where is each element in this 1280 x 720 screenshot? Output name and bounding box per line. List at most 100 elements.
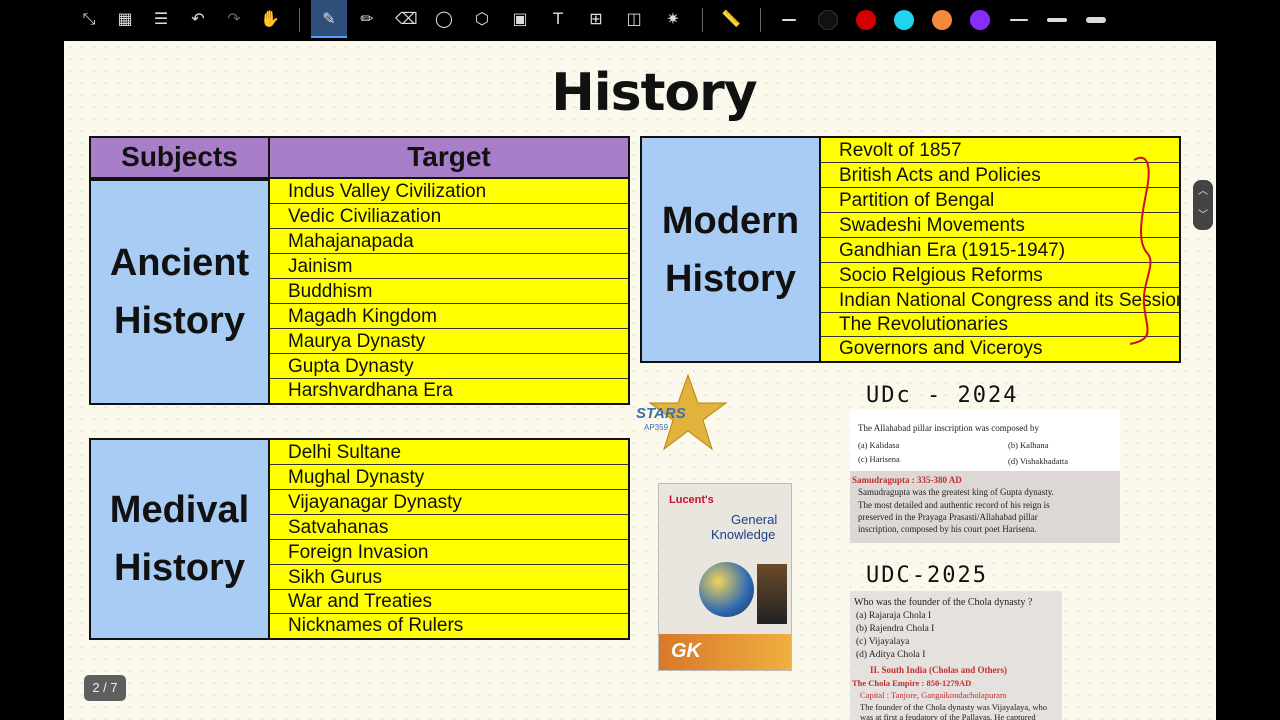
list-item: Harshvardhana Era: [270, 379, 628, 403]
excerpt-line: inscription, composed by his court poet …: [858, 524, 1037, 534]
collapse-icon[interactable]: ⤡: [78, 8, 100, 30]
image-icon[interactable]: ▣: [509, 8, 531, 30]
ancient-topics-list: Indus Valley Civilization Vedic Civiliaz…: [270, 179, 628, 403]
table-icon[interactable]: ⊞: [585, 8, 607, 30]
excerpt-line: The most detailed and authentic record o…: [858, 500, 1050, 510]
modern-label-line1: Modern: [661, 199, 800, 242]
stars-logo: STARS AP359: [636, 373, 728, 453]
toolbar-divider: [760, 8, 761, 32]
chart-icon[interactable]: ◫: [623, 8, 645, 30]
excerpt-line: Samudragupta was the greatest king of Gu…: [858, 487, 1054, 497]
list-item: Buddhism: [270, 279, 628, 304]
option-item: (b) Kalhana: [1008, 440, 1049, 450]
list-item: Mughal Dynasty: [270, 465, 628, 490]
toolbar-divider: [702, 8, 703, 32]
color-black-swatch[interactable]: [818, 10, 838, 30]
medieval-label-line1: Medival: [109, 489, 250, 531]
option-item: (c) Vijayalaya: [856, 637, 910, 647]
modern-history-label: Modern History: [642, 138, 821, 361]
lasso-icon[interactable]: ✋: [259, 8, 281, 30]
option-item: (c) Harisena: [858, 454, 900, 464]
option-item: (a) Rajaraja Chola I: [856, 611, 932, 621]
list-item: Nicknames of Rulers: [270, 614, 628, 638]
subjects-header: Subjects: [91, 138, 270, 179]
medieval-label-line2: History: [114, 547, 245, 589]
list-item: Vijayanagar Dynasty: [270, 490, 628, 515]
udc-2025-question-clip: Who was the founder of the Chola dynasty…: [850, 591, 1062, 720]
stroke-thin-icon[interactable]: [782, 19, 796, 21]
book-title-line1: General: [731, 512, 778, 527]
target-header: Target: [270, 138, 628, 179]
color-red-swatch[interactable]: [856, 10, 876, 30]
excerpt-line: The Chola Empire : 850-1279AD: [852, 678, 972, 688]
option-item: (a) Kalidasa: [858, 440, 900, 450]
excerpt-line: Capital : Tanjore, Gangaikondacholapuram: [860, 690, 1007, 700]
grid-icon[interactable]: ▦: [114, 8, 136, 30]
excerpt-heading: Samudragupta : 335-380 AD: [852, 475, 962, 485]
highlighter-icon[interactable]: ✏: [356, 8, 378, 30]
excerpt-line: preserved in the Prayaga Prasasti/Allaha…: [858, 512, 1038, 522]
book-photo-strip: [757, 564, 787, 624]
chevron-down-icon[interactable]: ﹀: [1193, 204, 1213, 228]
page-scroll-control[interactable]: ︿ ﹀: [1193, 180, 1213, 230]
option-item: (d) Aditya Chola I: [856, 650, 926, 660]
chevron-up-icon[interactable]: ︿: [1193, 180, 1213, 204]
shapes-icon[interactable]: ⬡: [471, 8, 493, 30]
list-item: Foreign Invasion: [270, 540, 628, 565]
modern-history-table: Modern History Revolt of 1857 British Act…: [640, 136, 1181, 363]
list-item: War and Treaties: [270, 590, 628, 614]
ancient-history-label: Ancient History: [91, 179, 270, 403]
list-item: Indus Valley Civilization: [270, 179, 628, 204]
excerpt-line: was at first a feudatory of the Pallavas…: [860, 712, 1036, 720]
question-text: The Allahabad pillar inscription was com…: [858, 423, 1039, 433]
stroke-medium-icon[interactable]: [1047, 18, 1067, 22]
book-excerpt: Samudragupta : 335-380 AD Samudragupta w…: [850, 471, 1120, 543]
list-icon[interactable]: ☰: [150, 8, 172, 30]
udc-2024-question-clip: The Allahabad pillar inscription was com…: [850, 409, 1120, 543]
laser-icon[interactable]: ✷: [662, 8, 684, 30]
udc-2024-label: UDc - 2024: [866, 383, 1019, 408]
list-item: Gupta Dynasty: [270, 354, 628, 379]
eraser-icon[interactable]: ⌫: [395, 8, 418, 30]
undo-icon[interactable]: ↶: [187, 8, 209, 30]
list-item: Mahajanapada: [270, 229, 628, 254]
logo-subtext: AP359: [644, 423, 669, 432]
globe-image: [699, 562, 754, 617]
stroke-small-icon[interactable]: [1010, 19, 1028, 21]
list-item: Magadh Kingdom: [270, 304, 628, 329]
shape-lasso-icon[interactable]: ◯: [433, 8, 455, 30]
logo-text: STARS: [636, 405, 686, 422]
excerpt-heading: II. South India (Cholas and Others): [870, 665, 1008, 675]
pen-icon[interactable]: ✎: [311, 0, 347, 38]
list-item: Jainism: [270, 254, 628, 279]
modern-label-line2: History: [665, 257, 796, 300]
option-item: (b) Rajendra Chola I: [856, 624, 935, 634]
list-item: Delhi Sultane: [270, 440, 628, 465]
ancient-label-line1: Ancient: [109, 242, 250, 284]
book-gk-badge: GK: [671, 640, 701, 662]
page-indicator: 2 / 7: [84, 675, 126, 701]
color-orange-swatch[interactable]: [932, 10, 952, 30]
note-page[interactable]: History Subjects Target Ancient History I…: [64, 41, 1216, 720]
red-bracket-annotation: [1129, 157, 1152, 345]
ancient-label-line2: History: [114, 300, 245, 342]
question-text: Who was the founder of the Chola dynasty…: [854, 597, 1033, 608]
excerpt-line: The founder of the Chola dynasty was Vij…: [860, 702, 1047, 712]
redo-icon[interactable]: ↷: [223, 8, 245, 30]
page-title: History: [551, 63, 757, 123]
lucent-gk-book-image: Lucent's General Knowledge GK: [658, 483, 792, 671]
color-cyan-swatch[interactable]: [894, 10, 914, 30]
stroke-large-icon[interactable]: [1086, 17, 1106, 23]
ancient-history-table: Subjects Target Ancient History Indus Val…: [89, 136, 630, 405]
medieval-history-table: Medival History Delhi Sultane Mughal Dyna…: [89, 438, 630, 640]
list-item: Maurya Dynasty: [270, 329, 628, 354]
toolbar-divider: [299, 8, 300, 32]
text-icon[interactable]: T: [547, 8, 569, 30]
list-item: Vedic Civiliazation: [270, 204, 628, 229]
list-item: Sikh Gurus: [270, 565, 628, 590]
book-brand: Lucent's: [669, 494, 714, 506]
toolbar: ⤡ ▦ ☰ ↶ ↷ ✋ ✎ ✏ ⌫ ◯ ⬡ ▣ T ⊞ ◫ ✷ 📏: [0, 0, 1280, 40]
list-item: Satvahanas: [270, 515, 628, 540]
color-purple-swatch[interactable]: [970, 10, 990, 30]
ruler-icon[interactable]: 📏: [720, 8, 742, 30]
